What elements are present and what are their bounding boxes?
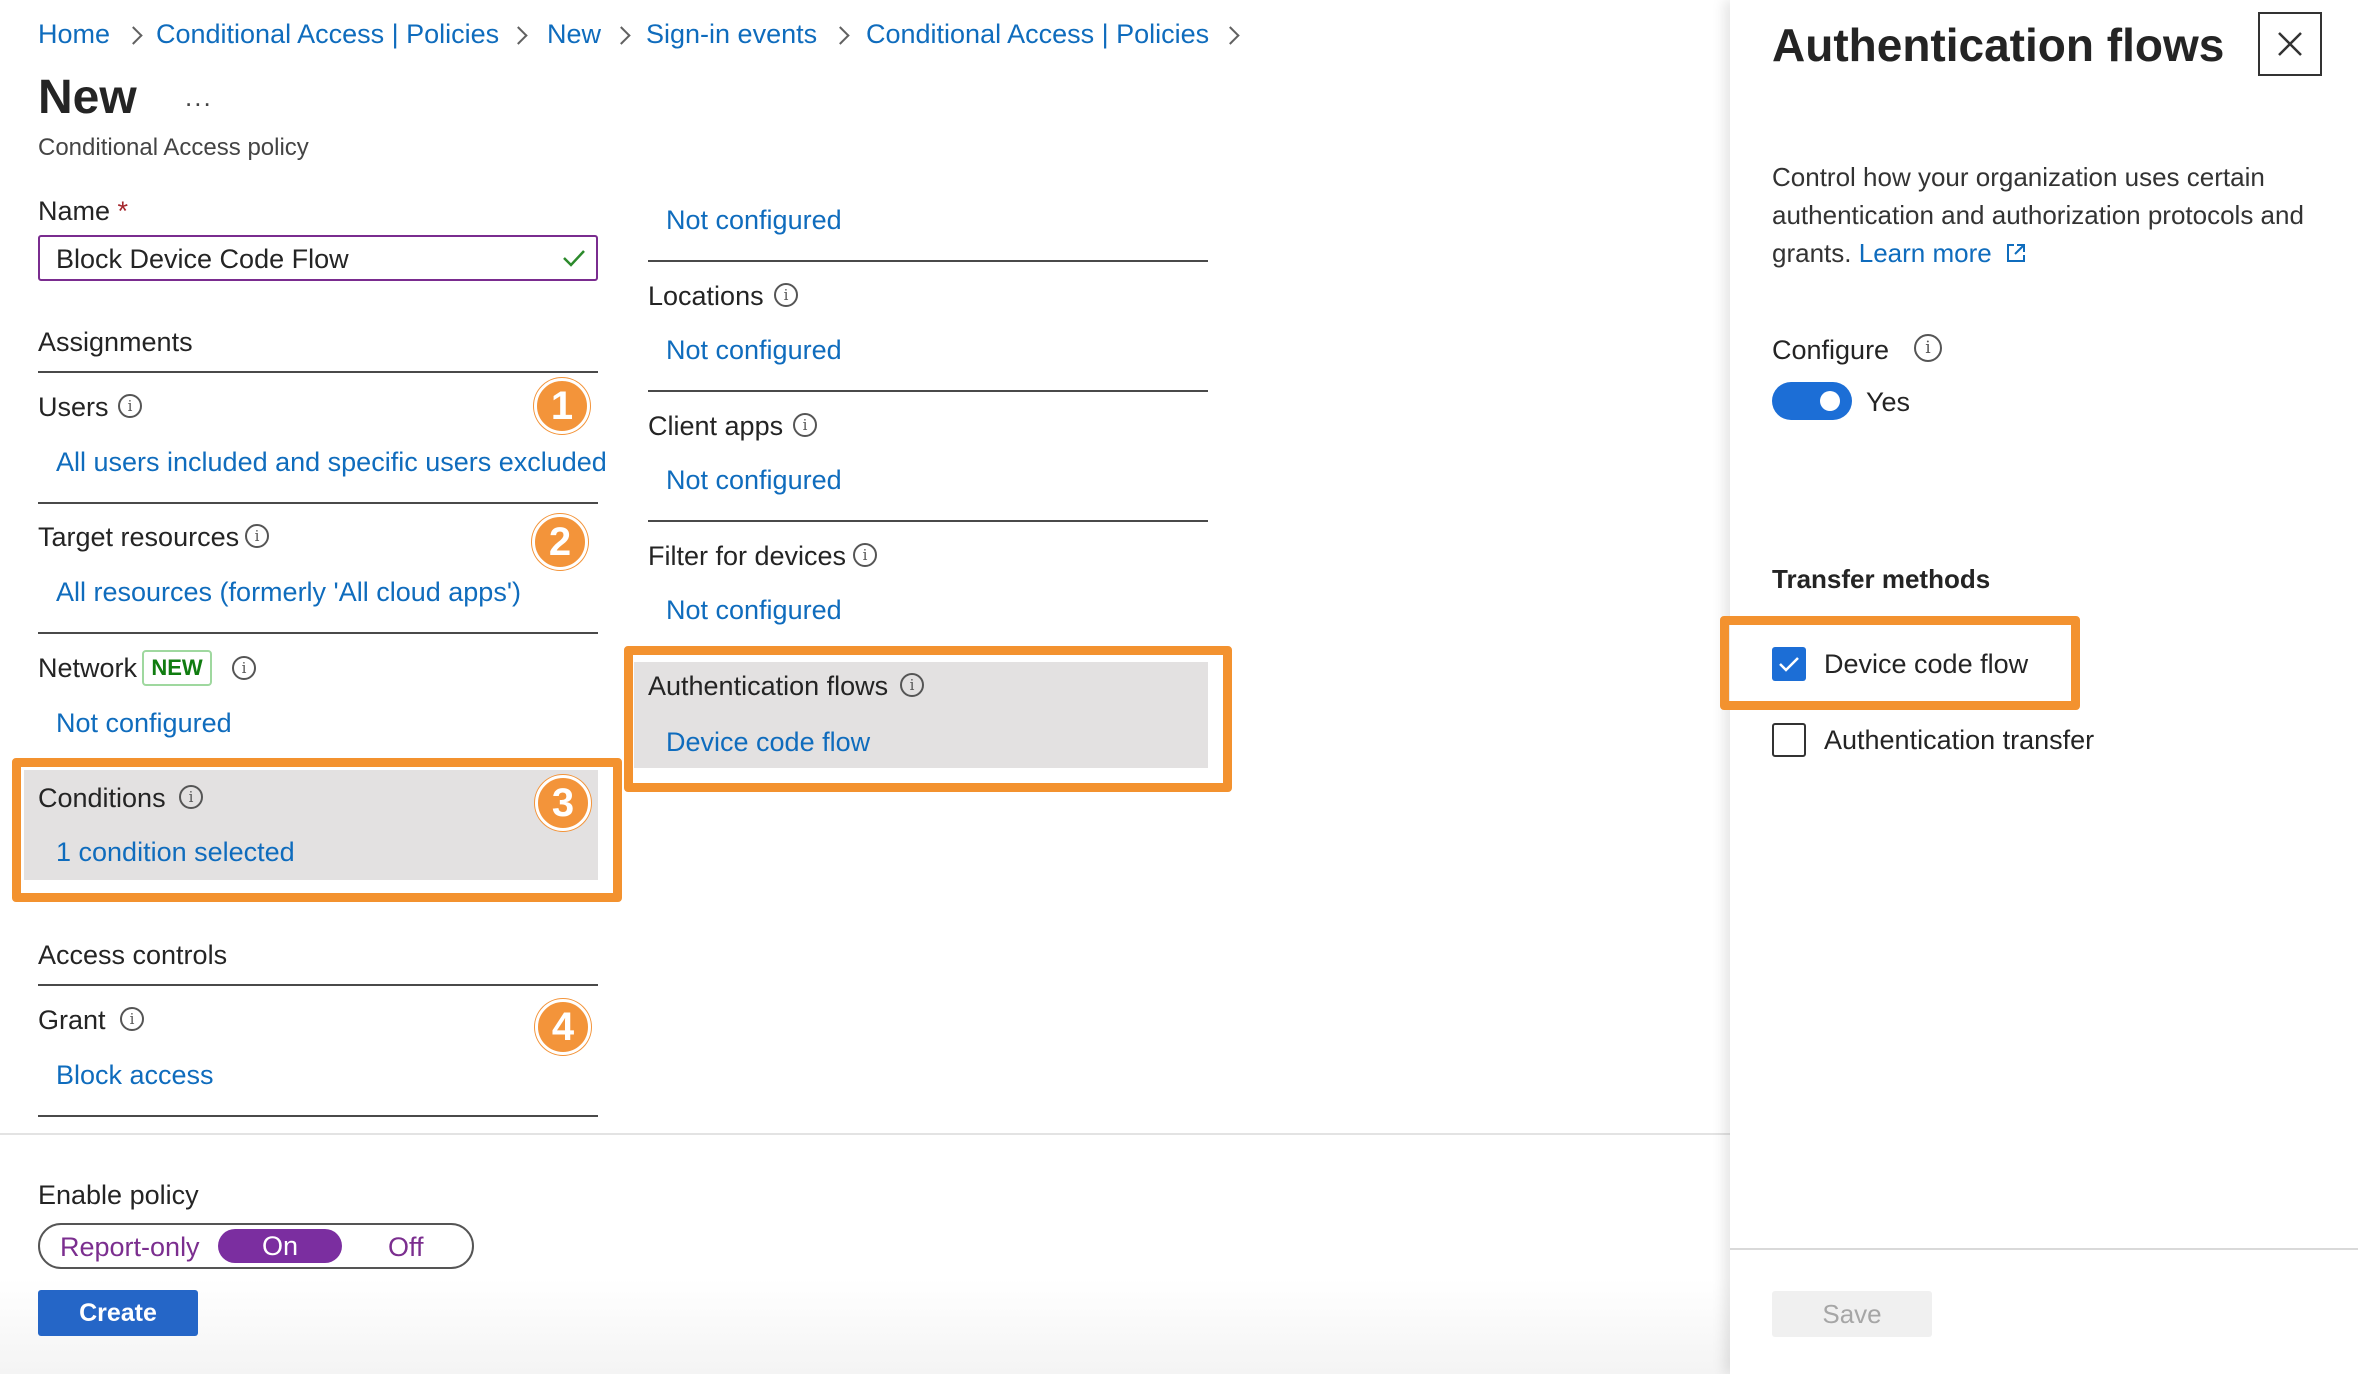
close-button[interactable] (2258, 12, 2322, 76)
filter-devices-value-link[interactable]: Not configured (666, 594, 842, 626)
divider (648, 390, 1208, 392)
highlight-box (624, 646, 1232, 792)
assignments-heading: Assignments (38, 327, 193, 357)
learn-more-link[interactable]: Learn more (1859, 238, 1992, 268)
client-apps-label: Client apps (648, 411, 784, 441)
breadcrumb-ca-policies[interactable]: Conditional Access | Policies (156, 18, 499, 50)
save-button[interactable]: Save (1772, 1291, 1932, 1337)
filter-devices-label: Filter for devices (648, 541, 847, 571)
side-panel: Authentication flows Control how your or… (1720, 0, 2358, 1374)
conditions-value-link[interactable]: 1 condition selected (56, 836, 295, 868)
divider (38, 632, 598, 634)
authentication-transfer-checkbox[interactable] (1772, 723, 1806, 757)
more-options-button[interactable]: ... (185, 82, 213, 112)
client-apps-value-link[interactable]: Not configured (666, 464, 842, 496)
create-button[interactable]: Create (38, 1290, 198, 1336)
transfer-methods-heading: Transfer methods (1772, 564, 1991, 594)
users-value-link[interactable]: All users included and specific users ex… (56, 446, 607, 478)
step-badge-1: 1 (534, 378, 590, 434)
grant-value-link[interactable]: Block access (56, 1059, 214, 1091)
info-icon[interactable]: i (232, 656, 256, 680)
panel-description: Control how your organization uses certa… (1772, 162, 2304, 268)
locations-value-link[interactable]: Not configured (666, 334, 842, 366)
info-icon[interactable]: i (120, 1007, 144, 1031)
name-label: Name * (38, 196, 129, 226)
chevron-right-icon (831, 26, 850, 45)
divider (38, 1115, 598, 1117)
divider (38, 984, 598, 986)
configure-label: Configure (1772, 335, 1890, 365)
configure-toggle[interactable] (1772, 382, 1852, 420)
checkmark-icon (1779, 657, 1799, 672)
info-icon[interactable]: i (793, 413, 817, 437)
breadcrumb-sign-in-events[interactable]: Sign-in events (646, 18, 817, 50)
on-option[interactable]: On (218, 1229, 342, 1263)
access-controls-heading: Access controls (38, 940, 228, 970)
info-icon[interactable]: i (118, 394, 142, 418)
auth-flows-value-link[interactable]: Device code flow (666, 726, 870, 758)
info-icon[interactable]: i (245, 524, 269, 548)
chevron-right-icon (124, 26, 143, 45)
chevron-right-icon (612, 26, 631, 45)
target-resources-value-link[interactable]: All resources (formerly 'All cloud apps'… (56, 576, 521, 608)
divider (648, 260, 1208, 262)
step-badge-3: 3 (535, 775, 591, 831)
off-option[interactable]: Off (388, 1231, 424, 1263)
info-icon[interactable]: i (900, 673, 924, 697)
breadcrumb-ca-policies-2[interactable]: Conditional Access | Policies (866, 18, 1209, 50)
chevron-right-icon (509, 26, 528, 45)
device-code-flow-label: Device code flow (1824, 649, 2029, 679)
conditions-label: Conditions (38, 783, 166, 813)
users-label: Users (38, 392, 109, 422)
network-label: Network (38, 653, 138, 683)
authentication-transfer-label: Authentication transfer (1824, 725, 2095, 755)
page-title: New (38, 71, 137, 124)
info-icon[interactable]: i (1914, 334, 1942, 362)
highlight-box (12, 758, 622, 902)
toggle-value: Yes (1866, 387, 1911, 417)
breadcrumb-new[interactable]: New (547, 18, 601, 50)
info-icon[interactable]: i (179, 785, 203, 809)
info-icon[interactable]: i (853, 543, 877, 567)
chevron-right-icon (1221, 26, 1240, 45)
locations-label: Locations (648, 281, 764, 311)
enable-policy-toggle: Report-only On Off (38, 1223, 474, 1269)
grant-label: Grant (38, 1005, 106, 1035)
divider (648, 520, 1208, 522)
device-code-flow-checkbox[interactable] (1772, 647, 1806, 681)
target-resources-label: Target resources (38, 522, 240, 552)
auth-flows-label: Authentication flows (648, 671, 889, 701)
divider (38, 502, 598, 504)
report-only-option[interactable]: Report-only (60, 1231, 200, 1263)
panel-footer-divider (1730, 1248, 2358, 1250)
enable-policy-label: Enable policy (38, 1180, 199, 1210)
info-icon[interactable]: i (774, 283, 798, 307)
checkmark-icon (563, 250, 585, 267)
close-icon (2278, 32, 2302, 56)
step-badge-4: 4 (535, 999, 591, 1055)
breadcrumb-home[interactable]: Home (38, 18, 110, 50)
new-badge: NEW (142, 650, 212, 686)
name-input-value: Block Device Code Flow (56, 244, 349, 274)
page-subtitle: Conditional Access policy (38, 134, 309, 161)
external-link-icon (2006, 244, 2025, 262)
panel-title: Authentication flows (1772, 19, 2225, 71)
divider (38, 371, 598, 373)
name-input[interactable]: Block Device Code Flow (38, 235, 598, 281)
step-badge-2: 2 (532, 514, 588, 570)
toggle-knob (1820, 391, 1840, 411)
condition-top-value-link[interactable]: Not configured (666, 204, 842, 236)
network-value-link[interactable]: Not configured (56, 707, 232, 739)
